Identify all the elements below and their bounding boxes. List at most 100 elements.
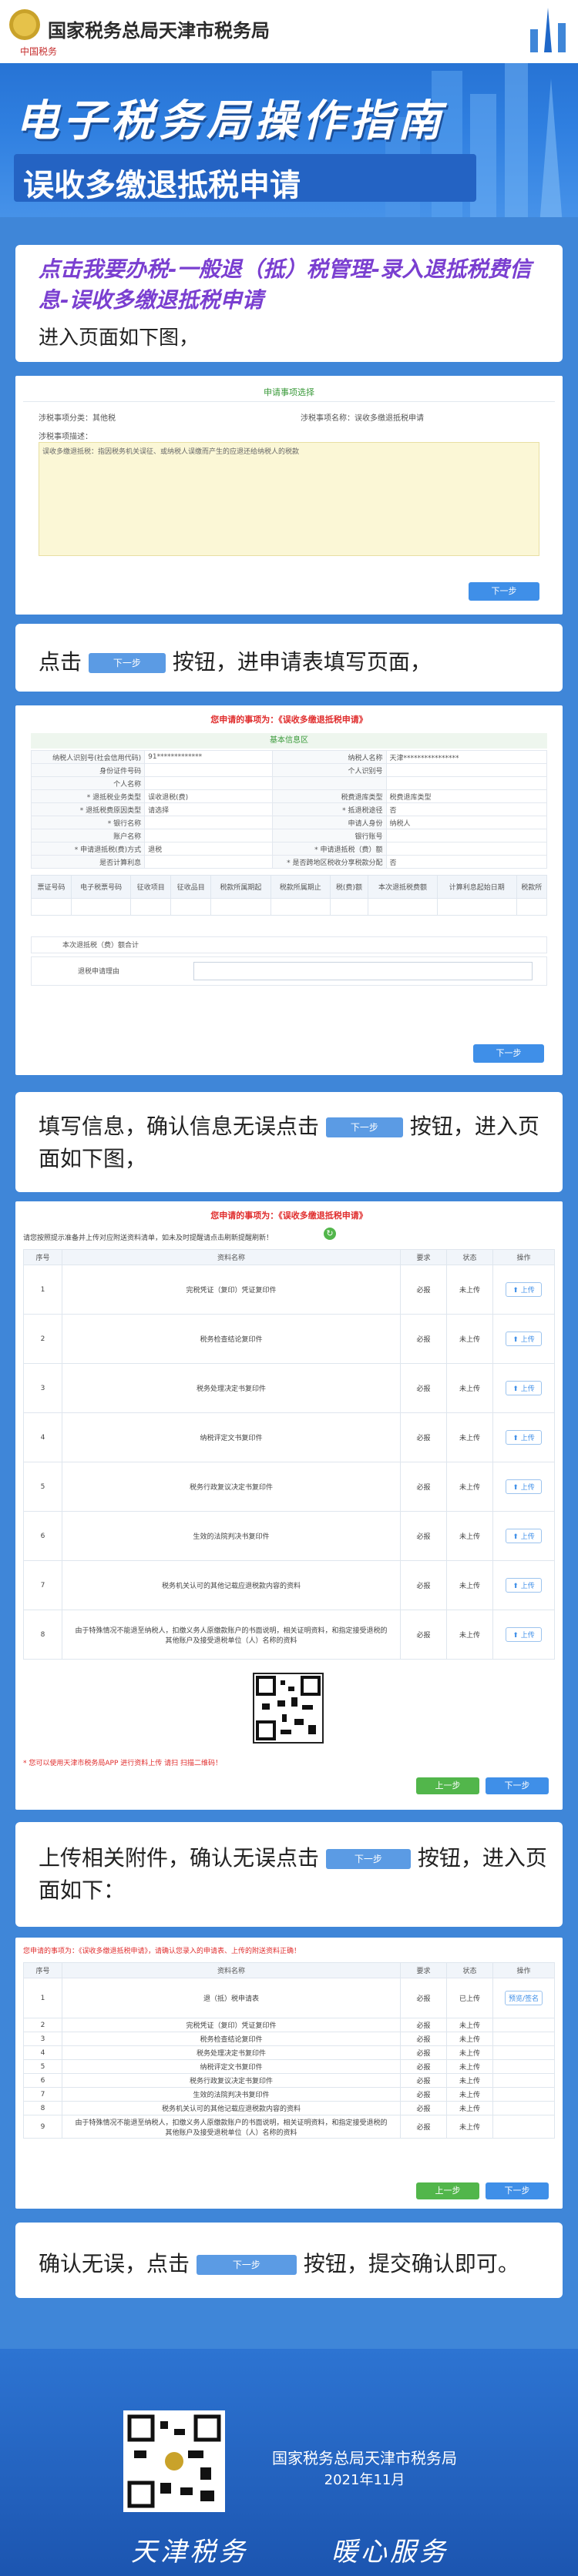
upload-status: 未上传 xyxy=(446,2059,493,2074)
form-label: 纳税人识别号(社会信用代码) xyxy=(30,750,146,764)
operation-cell xyxy=(492,2073,555,2088)
basic-info-section: 基本信息区 xyxy=(31,733,547,749)
confirm-table: 序号 资料名称 要求 状态 操作 1 退（抵）税申请表 必报 已上传 预览/签名 2 完税凭证（复印）… xyxy=(23,1962,555,2139)
column-header: 要求 xyxy=(400,1962,447,1978)
upload-button[interactable]: ⬆ 上传 xyxy=(506,1381,542,1395)
operation-cell: ⬆ 上传 xyxy=(492,1265,555,1315)
column-header: 税款所 xyxy=(516,875,548,899)
form-label: 申请人身份 xyxy=(272,816,387,829)
requirement: 必报 xyxy=(400,1412,447,1462)
confirm-row: 8 税务机关认可的其他记载应退税款内容的资料 必报 未上传 xyxy=(23,2101,555,2115)
slogan-right: 暖心服务 xyxy=(331,2537,449,2568)
org-name: 国家税务总局天津市税务局 xyxy=(48,20,270,42)
form-label: * 退抵税费原因类型 xyxy=(30,802,146,816)
upload-button[interactable]: ⬆ 上传 xyxy=(506,1627,542,1642)
step4-next-chip: 下一步 xyxy=(196,2255,297,2275)
attachment-table: 序号 资料名称 要求 状态 操作 1 完税凭证（复印）凭证复印件 必报 未上传 ⬆ 上传 2 税务检查… xyxy=(23,1249,555,1660)
description-textarea[interactable]: 误收多缴退抵税：指因税务机关误征、或纳税人误缴而产生的应退还给纳税人的税款 xyxy=(39,442,539,556)
form-value[interactable] xyxy=(385,763,548,777)
description-text: 误收多缴退抵税：指因税务机关误征、或纳税人误缴而产生的应退还给纳税人的税款 xyxy=(42,448,300,456)
upload-button[interactable]: ⬆ 上传 xyxy=(506,1578,542,1593)
confirm-row: 9 由于特殊情况不能退至纳税人，扣缴义务人原缴款账户的书面说明，相关证明资料，和指… xyxy=(23,2115,555,2139)
upload-status: 未上传 xyxy=(446,2045,493,2060)
attachment-name: 税务处理决定书复印件 xyxy=(62,2045,401,2060)
form-value[interactable] xyxy=(144,776,274,790)
form-value[interactable]: 退税 xyxy=(144,842,274,856)
column-header: 税款所属期止 xyxy=(270,875,331,899)
attachment-row: 8 由于特殊情况不能退至纳税人，扣缴义务人原缴款账户的书面说明，相关证明资料，和指… xyxy=(23,1610,555,1660)
form-value[interactable] xyxy=(385,829,548,842)
form-value[interactable] xyxy=(385,776,548,790)
form-value[interactable] xyxy=(144,855,274,869)
prev-button[interactable]: 上一步 xyxy=(416,2182,479,2199)
reason-input[interactable] xyxy=(193,962,533,980)
form-value[interactable]: 否 xyxy=(385,802,548,816)
upload-button[interactable]: ⬆ 上传 xyxy=(506,1332,542,1346)
detail-cell xyxy=(368,898,438,916)
step2-next-chip: 下一步 xyxy=(325,1117,403,1137)
operation-cell xyxy=(492,2101,555,2115)
attachment-name: 税务机关认可的其他记载应退税款内容的资料 xyxy=(62,1560,401,1610)
form-value[interactable] xyxy=(385,842,548,856)
upload-status: 未上传 xyxy=(446,2032,493,2046)
column-header: 状态 xyxy=(446,1962,493,1978)
upload-button[interactable]: ⬆ 上传 xyxy=(506,1529,542,1543)
page-title: 电子税务局操作指南 xyxy=(15,95,445,146)
upload-button[interactable]: ⬆ 上传 xyxy=(506,1282,542,1297)
detail-cell xyxy=(436,898,517,916)
operation-cell: ⬆ 上传 xyxy=(492,1412,555,1462)
upload-button[interactable]: ⬆ 上传 xyxy=(506,1430,542,1445)
form-row: 是否计算利息 * 是否跨地区税收分享税款分配否 xyxy=(30,855,548,869)
form-label: * 抵退税途径 xyxy=(272,802,387,816)
form-value[interactable]: 纳税人 xyxy=(385,816,548,829)
next-button[interactable]: 下一步 xyxy=(473,1044,544,1063)
form-value[interactable]: 税费退库类型 xyxy=(385,789,548,803)
form-row: 个人名称 xyxy=(30,776,548,790)
row-number: 6 xyxy=(23,2073,62,2088)
preview-sign-button[interactable]: 预览/签名 xyxy=(504,1991,543,2005)
form-row: * 申请退抵税(费)方式 退税 * 申请退抵税（费）额 xyxy=(30,842,548,856)
form-value[interactable]: 误收退税(费) xyxy=(144,789,274,803)
row-number: 5 xyxy=(23,2059,62,2074)
screenshot-attachment-upload: 您申请的事项为：《误收多缴退抵税申请》 请您按照提示准备并上传对应附送资料清单，… xyxy=(15,1201,563,1810)
next-button[interactable]: 下一步 xyxy=(469,582,539,601)
row-number: 3 xyxy=(23,2032,62,2046)
column-header: 税(费)额 xyxy=(329,875,369,899)
detail-cell xyxy=(31,898,72,916)
prev-button[interactable]: 上一步 xyxy=(416,1777,479,1794)
attachment-name: 税务行政复议决定书复印件 xyxy=(62,2073,401,2088)
form-label: 税费退库类型 xyxy=(272,789,387,803)
attachment-name: 纳税评定文书复印件 xyxy=(62,1412,401,1462)
upload-status: 未上传 xyxy=(446,1560,493,1610)
next-button[interactable]: 下一步 xyxy=(486,2182,549,2199)
sum-label: 本次退抵税（费）额合计 xyxy=(62,942,139,950)
column-header: 序号 xyxy=(23,1249,62,1265)
form-value[interactable]: 请选择 xyxy=(144,802,274,816)
form-row: * 银行名称 申请人身份 纳税人 xyxy=(30,816,548,829)
step4-suffix: 按钮，提交确认即可。 xyxy=(303,2251,519,2276)
form-value[interactable]: 否 xyxy=(385,855,548,869)
attachment-name: 纳税评定文书复印件 xyxy=(62,2059,401,2074)
upload-button[interactable]: ⬆ 上传 xyxy=(506,1479,542,1494)
next-button[interactable]: 下一步 xyxy=(486,1777,549,1794)
column-header: 资料名称 xyxy=(62,1249,401,1265)
requirement: 必报 xyxy=(400,2045,447,2060)
step4-prefix: 确认无误，点击 xyxy=(39,2251,190,2276)
footer-org: 国家税务总局天津市税务局 xyxy=(272,2449,457,2467)
attachment-name: 由于特殊情况不能退至纳税人，扣缴义务人原缴款账户的书面说明，相关证明资料，和指定… xyxy=(62,2115,401,2139)
attachment-header-row: 序号 资料名称 要求 状态 操作 xyxy=(23,1249,555,1265)
step3-text: 上传相关附件，确认无误点击 下一步 按钮，进入页面如下： xyxy=(39,1842,547,1907)
attachment-row: 5 税务行政复议决定书复印件 必报 未上传 ⬆ 上传 xyxy=(23,1462,555,1512)
detail-header-row: 票证号码 电子税票号码 征收项目 征收品目 税款所属期起 税款所属期止 税(费)额 本次退抵税… xyxy=(31,875,548,899)
refresh-icon[interactable]: ↻ xyxy=(324,1228,336,1240)
form-value[interactable] xyxy=(144,816,274,829)
form-value[interactable]: 天津**************** xyxy=(385,750,548,764)
form-value[interactable]: 91************* xyxy=(144,750,274,764)
form-value[interactable] xyxy=(144,763,274,777)
attachment-name: 税务检查结论复印件 xyxy=(62,2032,401,2046)
menu-path-text: 点击我要办税-一般退（抵）税管理-录入退抵税费信息-误收多缴退抵税申请 xyxy=(39,256,532,313)
form-row: * 退抵税业务类型 误收退税(费) 税费退库类型 税费退库类型 xyxy=(30,789,548,803)
upload-status: 未上传 xyxy=(446,1462,493,1512)
form-value[interactable] xyxy=(144,829,274,842)
operation-cell: ⬆ 上传 xyxy=(492,1314,555,1364)
